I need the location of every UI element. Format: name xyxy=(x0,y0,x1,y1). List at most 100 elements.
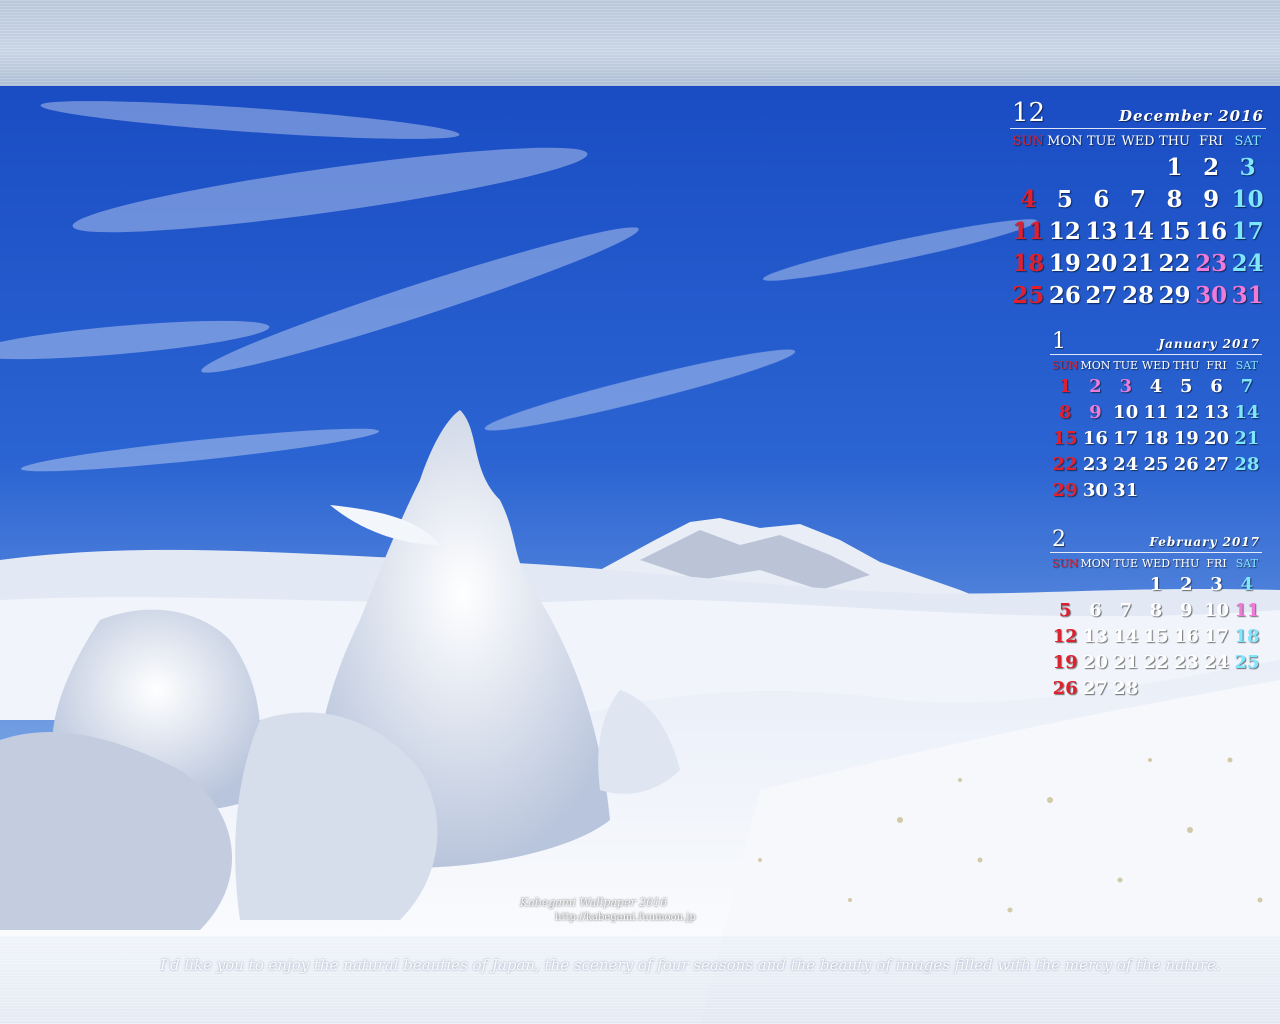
calendar-grid: SUN MON TUE WED THU FRI SAT 1 2 3 4 5 6 7 8 9 10 11 12 13 14… xyxy=(1050,555,1262,701)
day-cell: 30 xyxy=(1195,281,1228,309)
day-cell: 21 xyxy=(1234,427,1260,449)
day-cell: 9 xyxy=(1203,185,1220,213)
weekday-label: SUN xyxy=(1051,556,1079,570)
day-cell: 26 xyxy=(1173,453,1199,475)
day-cell: 27 xyxy=(1085,281,1118,309)
day-cell: 15 xyxy=(1052,427,1078,449)
week-row: 29 30 31 xyxy=(1050,477,1262,503)
day-cell: 4 xyxy=(1020,185,1037,213)
month-name: February 2017 xyxy=(1149,535,1260,549)
day-cell: 31 xyxy=(1113,479,1139,501)
day-cell: 2 xyxy=(1089,375,1102,397)
day-cell: 1 xyxy=(1149,573,1163,595)
day-cell: 18 xyxy=(1012,249,1045,277)
day-cell: 18 xyxy=(1143,427,1169,449)
day-cell xyxy=(1120,151,1157,183)
day-cell: 26 xyxy=(1052,677,1078,699)
calendar-january: 1 January 2017 SUN MON TUE WED THU FRI SAT 1 2 3 4… xyxy=(1050,328,1262,503)
day-cell: 19 xyxy=(1052,651,1078,673)
day-cell xyxy=(1232,477,1262,503)
calendar-header: 1 January 2017 xyxy=(1050,328,1262,355)
day-cell: 6 xyxy=(1093,185,1110,213)
weekday-label: WED xyxy=(1121,133,1155,149)
top-stripe-band xyxy=(0,0,1280,86)
day-cell xyxy=(1050,571,1080,597)
day-cell: 20 xyxy=(1204,427,1230,449)
day-cell: 3 xyxy=(1210,573,1223,595)
day-cell: 28 xyxy=(1234,453,1260,475)
day-cell: 5 xyxy=(1058,599,1072,621)
day-cell: 8 xyxy=(1166,185,1183,213)
day-cell: 14 xyxy=(1234,401,1260,423)
day-cell: 10 xyxy=(1204,599,1230,621)
day-cell: 13 xyxy=(1204,401,1230,423)
day-cell: 24 xyxy=(1204,651,1230,673)
month-name: December 2016 xyxy=(1118,107,1264,125)
weekday-label: TUE xyxy=(1086,133,1116,149)
day-cell: 20 xyxy=(1085,249,1118,277)
day-cell: 4 xyxy=(1240,573,1254,595)
week-row: 8 9 10 11 12 13 14 xyxy=(1050,399,1262,425)
day-cell: 21 xyxy=(1113,651,1139,673)
weekday-label: TUE xyxy=(1113,556,1139,570)
day-cell: 14 xyxy=(1113,625,1139,647)
day-cell xyxy=(1201,477,1231,503)
weekday-label: MON xyxy=(1047,133,1083,149)
day-cell: 13 xyxy=(1082,625,1108,647)
day-cell: 12 xyxy=(1173,401,1199,423)
day-cell: 24 xyxy=(1113,453,1139,475)
day-cell: 25 xyxy=(1234,651,1260,673)
day-cell: 1 xyxy=(1166,153,1183,181)
day-cell: 27 xyxy=(1082,677,1108,699)
day-cell: 28 xyxy=(1113,677,1139,699)
website-link[interactable]: http://kabegami.fuumoon.jp xyxy=(555,912,696,923)
weekday-label: SAT xyxy=(1235,358,1258,372)
day-cell: 3 xyxy=(1239,153,1256,181)
weekday-label: THU xyxy=(1173,556,1200,570)
day-cell: 9 xyxy=(1089,401,1102,423)
week-row: 4 5 6 7 8 9 10 xyxy=(1010,183,1266,215)
day-cell: 8 xyxy=(1058,401,1072,423)
day-cell xyxy=(1232,675,1262,701)
weekday-label: SUN xyxy=(1012,133,1044,149)
credit-text: Kabegami Wallpaper 2016 xyxy=(520,896,668,909)
day-cell: 6 xyxy=(1210,375,1223,397)
week-row: 26 27 28 xyxy=(1050,675,1262,701)
calendar-header: 2 February 2017 xyxy=(1050,526,1262,553)
week-row: 1234567 xyxy=(1050,373,1262,399)
day-cell: 10 xyxy=(1113,401,1139,423)
day-cell: 12 xyxy=(1048,217,1081,245)
week-row: 12 13 14 15 16 17 18 xyxy=(1050,623,1262,649)
day-cell: 24 xyxy=(1231,249,1264,277)
day-cell: 7 xyxy=(1119,599,1132,621)
day-cell: 13 xyxy=(1085,217,1118,245)
weekday-label: THU xyxy=(1159,133,1191,149)
day-cell xyxy=(1080,571,1110,597)
weekday-header-row: SUN MON TUE WED THU FRI SAT xyxy=(1010,131,1266,151)
day-cell: 17 xyxy=(1204,625,1230,647)
day-cell: 29 xyxy=(1158,281,1191,309)
weekday-label: FRI xyxy=(1206,556,1227,570)
day-cell xyxy=(1047,151,1084,183)
weekday-label: WED xyxy=(1141,358,1171,372)
day-cell: 12 xyxy=(1052,625,1078,647)
calendar-grid: SUN MON TUE WED THU FRI SAT 1 2 3 4 5 6 7 8 9 10 11 12 13 14… xyxy=(1010,131,1266,311)
weekday-label: FRI xyxy=(1199,133,1224,149)
day-cell xyxy=(1171,675,1201,701)
day-cell: 19 xyxy=(1048,249,1081,277)
weekday-label: MON xyxy=(1080,556,1111,570)
day-cell: 17 xyxy=(1113,427,1139,449)
day-cell: 18 xyxy=(1234,625,1260,647)
day-cell: 25 xyxy=(1012,281,1045,309)
day-cell: 23 xyxy=(1195,249,1228,277)
day-cell: 2 xyxy=(1203,153,1220,181)
day-cell: 23 xyxy=(1082,453,1108,475)
day-cell: 7 xyxy=(1240,375,1254,397)
day-cell xyxy=(1141,477,1171,503)
weekday-label: SAT xyxy=(1235,556,1258,570)
day-cell: 14 xyxy=(1121,217,1154,245)
day-cell: 31 xyxy=(1231,281,1264,309)
day-cell: 21 xyxy=(1121,249,1154,277)
calendar-header: 12 December 2016 xyxy=(1010,96,1266,129)
weekday-label: THU xyxy=(1173,358,1200,372)
